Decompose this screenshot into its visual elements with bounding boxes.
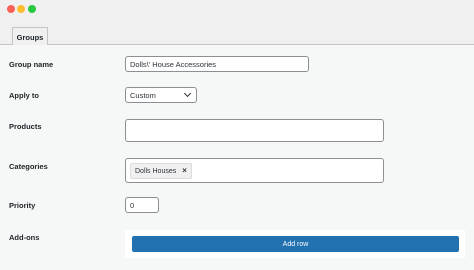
group-name-label: Group name	[9, 60, 54, 69]
group-name-field[interactable]: Dolls\' House Accessories	[125, 56, 309, 72]
addons-container: Add row	[125, 230, 465, 258]
categories-field[interactable]: Dolls Houses ×	[125, 158, 384, 183]
tab-strip: Groups	[0, 19, 474, 46]
apply-to-label: Apply to	[9, 91, 39, 100]
category-tag-label: Dolls Houses	[135, 167, 177, 175]
window-titlebar	[0, 0, 474, 19]
products-label: Products	[9, 122, 42, 131]
products-field[interactable]	[125, 119, 384, 142]
category-tag: Dolls Houses ×	[130, 163, 192, 179]
priority-value: 0	[130, 200, 135, 210]
maximize-window-button[interactable]	[28, 5, 36, 13]
addons-label: Add-ons	[9, 233, 40, 242]
add-row-button[interactable]: Add row	[132, 236, 459, 252]
categories-label: Categories	[9, 162, 48, 171]
chevron-down-icon	[183, 89, 192, 98]
apply-to-value: Custom	[130, 90, 156, 100]
tab-groups[interactable]: Groups	[12, 27, 48, 46]
close-window-button[interactable]	[7, 5, 15, 13]
remove-tag-icon[interactable]: ×	[182, 167, 187, 175]
priority-field[interactable]: 0	[125, 197, 159, 213]
minimize-window-button[interactable]	[17, 5, 25, 13]
apply-to-select[interactable]: Custom	[125, 87, 197, 103]
group-name-value: Dolls\' House Accessories	[130, 59, 217, 69]
priority-label: Priority	[9, 201, 36, 210]
